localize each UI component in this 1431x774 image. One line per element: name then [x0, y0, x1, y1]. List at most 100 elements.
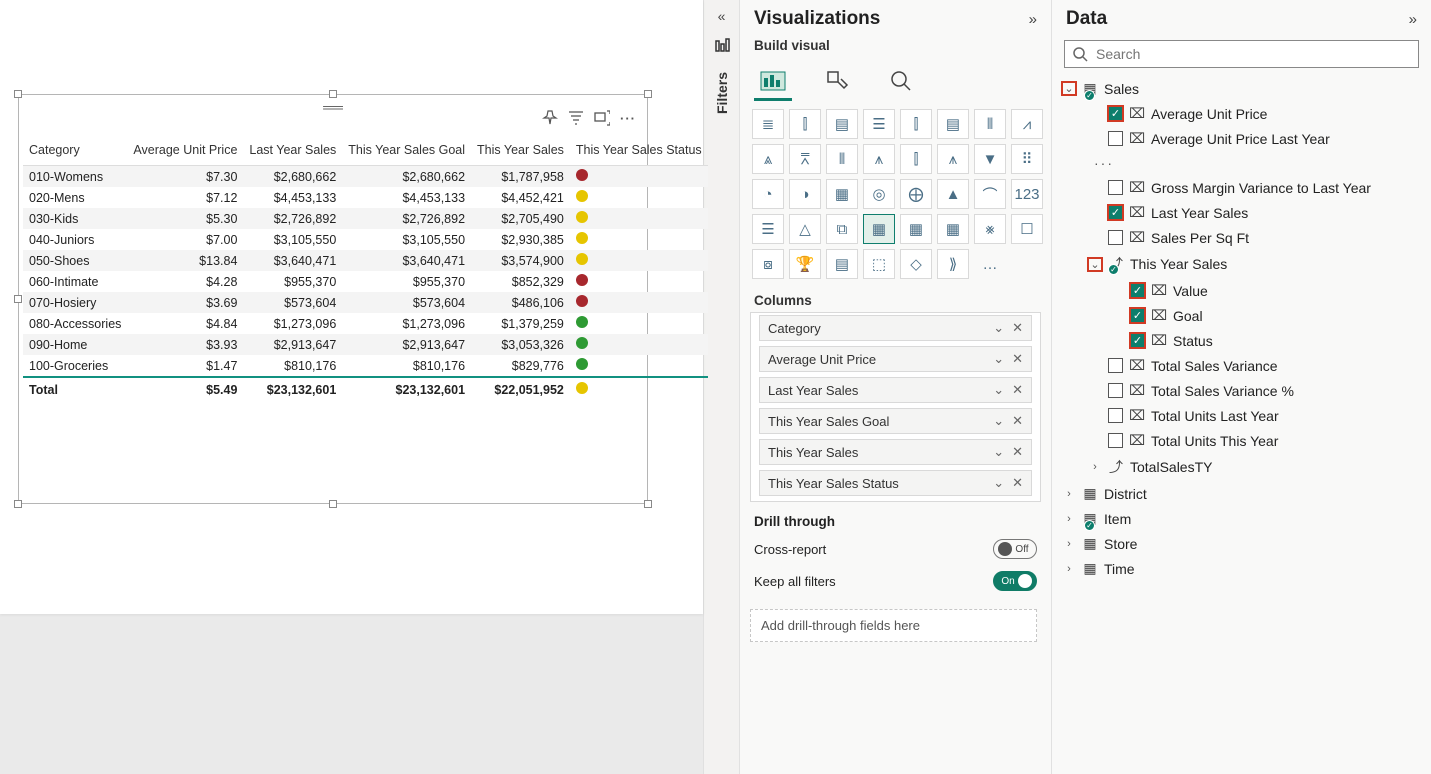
- table-row[interactable]: 010-Womens$7.30$2,680,662$2,680,662$1,78…: [23, 166, 708, 188]
- remove-field-icon[interactable]: ✕: [1012, 475, 1023, 491]
- kpi-this-year-sales[interactable]: ⌄⤴This Year Sales✓: [1058, 250, 1425, 278]
- table-store[interactable]: ›▦Store: [1058, 531, 1425, 556]
- field-pill[interactable]: Last Year Sales⌄✕: [759, 377, 1032, 403]
- col-header[interactable]: This Year Sales Goal: [342, 137, 471, 166]
- expand-icon[interactable]: ›: [1088, 461, 1102, 473]
- table-item[interactable]: ›▦Item✓: [1058, 506, 1425, 531]
- viz-type-icon[interactable]: ◇: [900, 249, 932, 279]
- table-row[interactable]: 020-Mens$7.12$4,453,133$4,453,133$4,452,…: [23, 187, 708, 208]
- pin-icon[interactable]: [541, 109, 559, 127]
- field-pill[interactable]: This Year Sales Goal⌄✕: [759, 408, 1032, 434]
- table-sales[interactable]: ⌄▦Sales✓: [1058, 76, 1425, 101]
- viz-type-icon[interactable]: ⩚: [937, 144, 969, 174]
- field-checkbox[interactable]: ✓: [1108, 106, 1123, 121]
- tree-item[interactable]: ✓⌧Value: [1058, 278, 1425, 303]
- col-header[interactable]: Average Unit Price: [127, 137, 243, 166]
- collapse-viz-icon[interactable]: »: [1029, 11, 1037, 28]
- tree-item[interactable]: ✓⌧Last Year Sales: [1058, 200, 1425, 225]
- expand-icon[interactable]: ›: [1062, 488, 1076, 500]
- filters-icon[interactable]: [714, 38, 730, 54]
- field-checkbox[interactable]: ✓: [1130, 283, 1145, 298]
- viz-type-icon[interactable]: ⧉: [826, 214, 858, 244]
- expand-icon[interactable]: ›: [1062, 513, 1076, 525]
- viz-type-icon[interactable]: 🏆: [789, 249, 821, 279]
- table-row[interactable]: 100-Groceries$1.47$810,176$810,176$829,7…: [23, 355, 708, 377]
- viz-type-icon[interactable]: ⧇: [752, 249, 784, 279]
- viz-type-icon[interactable]: ▲: [937, 179, 969, 209]
- viz-type-icon[interactable]: ⟫: [937, 249, 969, 279]
- chevron-down-icon[interactable]: ⌄: [993, 413, 1004, 429]
- expand-icon[interactable]: ›: [1062, 538, 1076, 550]
- field-checkbox[interactable]: [1108, 408, 1123, 423]
- table-time[interactable]: ›▦Time: [1058, 556, 1425, 581]
- kpi-totalsalesty[interactable]: ›⤴TotalSalesTY: [1058, 453, 1425, 481]
- more-fields-icon[interactable]: ···: [1058, 151, 1425, 175]
- viz-type-icon[interactable]: …: [974, 249, 1006, 279]
- field-checkbox[interactable]: ✓: [1108, 205, 1123, 220]
- keep-filters-toggle[interactable]: On: [993, 571, 1037, 591]
- viz-type-icon[interactable]: ⩚: [863, 144, 895, 174]
- field-checkbox[interactable]: [1108, 383, 1123, 398]
- search-input[interactable]: [1096, 46, 1410, 62]
- field-checkbox[interactable]: [1108, 433, 1123, 448]
- viz-type-icon[interactable]: ⨳: [974, 214, 1006, 244]
- viz-type-icon[interactable]: ▼: [974, 144, 1006, 174]
- tree-item[interactable]: ⌧Gross Margin Variance to Last Year: [1058, 175, 1425, 200]
- table-row[interactable]: 070-Hosiery$3.69$573,604$573,604$486,106: [23, 292, 708, 313]
- viz-type-icon[interactable]: ⠿: [1011, 144, 1043, 174]
- field-checkbox[interactable]: [1108, 131, 1123, 146]
- build-tab[interactable]: [754, 63, 792, 101]
- viz-type-icon[interactable]: ⫴: [826, 144, 858, 174]
- remove-field-icon[interactable]: ✕: [1012, 320, 1023, 336]
- viz-type-icon[interactable]: ▦: [900, 214, 932, 244]
- col-header[interactable]: This Year Sales Status: [570, 137, 708, 166]
- remove-field-icon[interactable]: ✕: [1012, 351, 1023, 367]
- field-checkbox[interactable]: ✓: [1130, 333, 1145, 348]
- remove-field-icon[interactable]: ✕: [1012, 382, 1023, 398]
- viz-type-icon[interactable]: ☰: [863, 109, 895, 139]
- chevron-down-icon[interactable]: ⌄: [993, 320, 1004, 336]
- field-pill[interactable]: Average Unit Price⌄✕: [759, 346, 1032, 372]
- field-checkbox[interactable]: [1108, 180, 1123, 195]
- filters-label[interactable]: Filters: [714, 72, 730, 114]
- tree-item[interactable]: ✓⌧Status: [1058, 328, 1425, 353]
- viz-type-icon[interactable]: ≣: [752, 109, 784, 139]
- report-canvas[interactable]: ══ ··· CategoryAverage Unit PriceLast Ye…: [0, 0, 703, 774]
- viz-type-icon[interactable]: △: [789, 214, 821, 244]
- viz-type-icon[interactable]: ☰: [752, 214, 784, 244]
- table-visual[interactable]: ══ ··· CategoryAverage Unit PriceLast Ye…: [18, 94, 648, 504]
- tree-item[interactable]: ⌧Total Sales Variance %: [1058, 378, 1425, 403]
- tree-item[interactable]: ✓⌧Average Unit Price: [1058, 101, 1425, 126]
- tree-item[interactable]: ⌧Average Unit Price Last Year: [1058, 126, 1425, 151]
- viz-type-icon[interactable]: ◔: [752, 179, 784, 209]
- cross-report-toggle[interactable]: Off: [993, 539, 1037, 559]
- chevron-down-icon[interactable]: ⌄: [993, 351, 1004, 367]
- viz-type-icon[interactable]: ⫿: [900, 144, 932, 174]
- chevron-down-icon[interactable]: ⌄: [993, 475, 1004, 491]
- viz-type-icon[interactable]: ⫿: [789, 109, 821, 139]
- viz-type-icon[interactable]: 123: [1011, 179, 1043, 209]
- chevron-down-icon[interactable]: ⌄: [993, 382, 1004, 398]
- tree-item[interactable]: ✓⌧Goal: [1058, 303, 1425, 328]
- table-district[interactable]: ›▦District: [1058, 481, 1425, 506]
- viz-type-icon[interactable]: ▤: [826, 249, 858, 279]
- viz-type-icon[interactable]: ▦: [826, 179, 858, 209]
- table-row[interactable]: 050-Shoes$13.84$3,640,471$3,640,471$3,57…: [23, 250, 708, 271]
- viz-type-icon[interactable]: ◑: [789, 179, 821, 209]
- columns-well[interactable]: Category⌄✕Average Unit Price⌄✕Last Year …: [750, 312, 1041, 502]
- expand-icon[interactable]: ⌄: [1062, 82, 1076, 95]
- viz-type-icon[interactable]: ☐: [1011, 214, 1043, 244]
- field-checkbox[interactable]: [1108, 358, 1123, 373]
- viz-type-icon[interactable]: ⩘: [1011, 109, 1043, 139]
- collapse-icon[interactable]: «: [718, 8, 726, 24]
- viz-type-icon[interactable]: ⬚: [863, 249, 895, 279]
- field-pill[interactable]: This Year Sales⌄✕: [759, 439, 1032, 465]
- col-header[interactable]: Category: [23, 137, 127, 166]
- col-header[interactable]: This Year Sales: [471, 137, 570, 166]
- expand-icon[interactable]: ›: [1062, 563, 1076, 575]
- analytics-tab[interactable]: [882, 63, 920, 101]
- expand-icon[interactable]: ⌄: [1088, 258, 1102, 271]
- focus-mode-icon[interactable]: [593, 109, 611, 127]
- tree-item[interactable]: ⌧Total Units Last Year: [1058, 403, 1425, 428]
- viz-type-icon[interactable]: ▤: [937, 109, 969, 139]
